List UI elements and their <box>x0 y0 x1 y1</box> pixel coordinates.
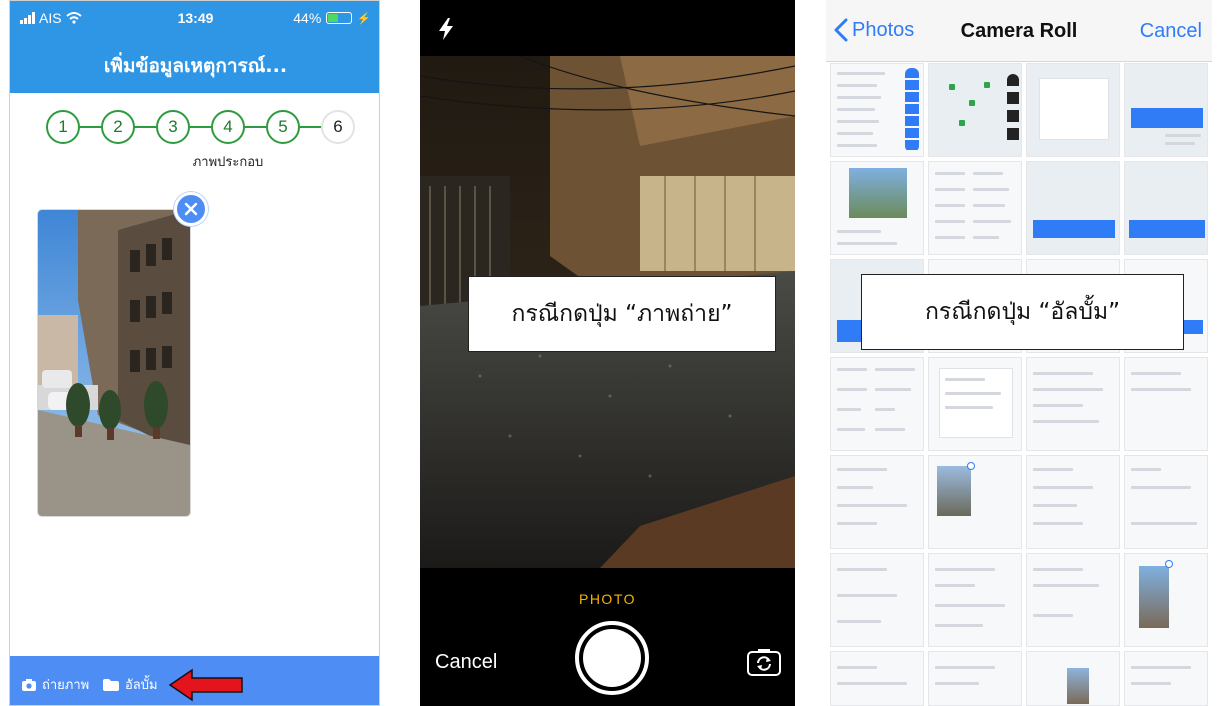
camera-roll-screen: Photos Camera Roll Cancel <box>826 0 1212 706</box>
photo-thumbnail[interactable] <box>1026 553 1120 647</box>
nav-bar: Photos Camera Roll Cancel <box>826 0 1212 62</box>
photo-mode-label[interactable]: PHOTO <box>420 591 795 607</box>
photo-thumbnail[interactable] <box>1124 553 1208 647</box>
step-5[interactable]: 5 <box>266 110 300 144</box>
photo-thumbnail[interactable] <box>830 63 924 157</box>
camera-screen: PHOTO Cancel <box>420 0 795 706</box>
step-6[interactable]: 6 <box>321 110 355 144</box>
photo-thumbnail[interactable] <box>1124 651 1208 706</box>
photo-thumbnail[interactable] <box>928 161 1022 255</box>
folder-icon <box>103 678 119 691</box>
flip-camera-icon[interactable] <box>747 648 781 676</box>
form-screen: AIS 13:49 44% ⚡ เพิ่มข้อมูลเหตุการณ์... … <box>9 0 380 706</box>
photo-thumbnail[interactable] <box>1026 455 1120 549</box>
photo-thumbnail[interactable] <box>928 651 1022 706</box>
photo-thumbnail[interactable] <box>1124 455 1208 549</box>
album-case-caption: กรณีกดปุ่ม “อัลบั้ม” <box>861 274 1184 350</box>
remove-photo-button[interactable] <box>174 192 208 226</box>
camera-case-caption: กรณีกดปุ่ม “ภาพถ่าย” <box>468 276 776 352</box>
roll-cancel-button[interactable]: Cancel <box>1140 20 1202 43</box>
photo-thumbnail[interactable] <box>928 63 1022 157</box>
photo-thumbnail[interactable] <box>928 455 1022 549</box>
photo-thumbnail[interactable] <box>1026 357 1120 451</box>
shutter-button[interactable] <box>575 621 649 695</box>
photo-thumbnail[interactable] <box>1124 63 1208 157</box>
photo-thumbnail[interactable] <box>830 161 924 255</box>
photo-thumbnail[interactable] <box>1026 161 1120 255</box>
photo-thumbnail[interactable] <box>928 553 1022 647</box>
battery-percent: 44% <box>293 10 322 26</box>
photo-thumbnail[interactable] <box>830 357 924 451</box>
step-1[interactable]: 1 <box>46 110 80 144</box>
page-title: เพิ่มข้อมูลเหตุการณ์... <box>103 55 288 77</box>
step-3[interactable]: 3 <box>156 110 190 144</box>
camera-icon <box>22 678 36 691</box>
building-photo <box>38 210 190 516</box>
step-2[interactable]: 2 <box>101 110 135 144</box>
album-button[interactable]: อัลบั้ม <box>103 674 158 695</box>
charging-icon: ⚡ <box>357 12 371 25</box>
battery-icon <box>326 12 353 24</box>
photo-thumbnail[interactable] <box>830 553 924 647</box>
attached-photo[interactable] <box>38 210 190 516</box>
take-photo-button[interactable]: ถ่ายภาพ <box>22 674 89 695</box>
photo-thumbnail[interactable] <box>1124 357 1208 451</box>
status-bar: AIS 13:49 44% ⚡ <box>10 7 379 29</box>
red-arrow-annotation <box>168 668 243 702</box>
app-header: AIS 13:49 44% ⚡ เพิ่มข้อมูลเหตุการณ์... <box>10 1 379 93</box>
photo-thumbnail[interactable] <box>1026 63 1120 157</box>
close-icon <box>184 202 198 216</box>
step-caption: ภาพประกอบ <box>192 155 264 170</box>
photo-grid <box>826 63 1212 706</box>
photo-thumbnail[interactable] <box>830 651 924 706</box>
photo-thumbnail[interactable] <box>830 455 924 549</box>
step-4[interactable]: 4 <box>211 110 245 144</box>
photo-thumbnail[interactable] <box>1026 651 1120 706</box>
camera-cancel-button[interactable]: Cancel <box>435 651 497 674</box>
photo-thumbnail[interactable] <box>928 357 1022 451</box>
photo-thumbnail[interactable] <box>1124 161 1208 255</box>
flash-icon[interactable] <box>438 18 454 40</box>
step-indicator: 1 2 3 4 5 6 <box>46 110 366 144</box>
